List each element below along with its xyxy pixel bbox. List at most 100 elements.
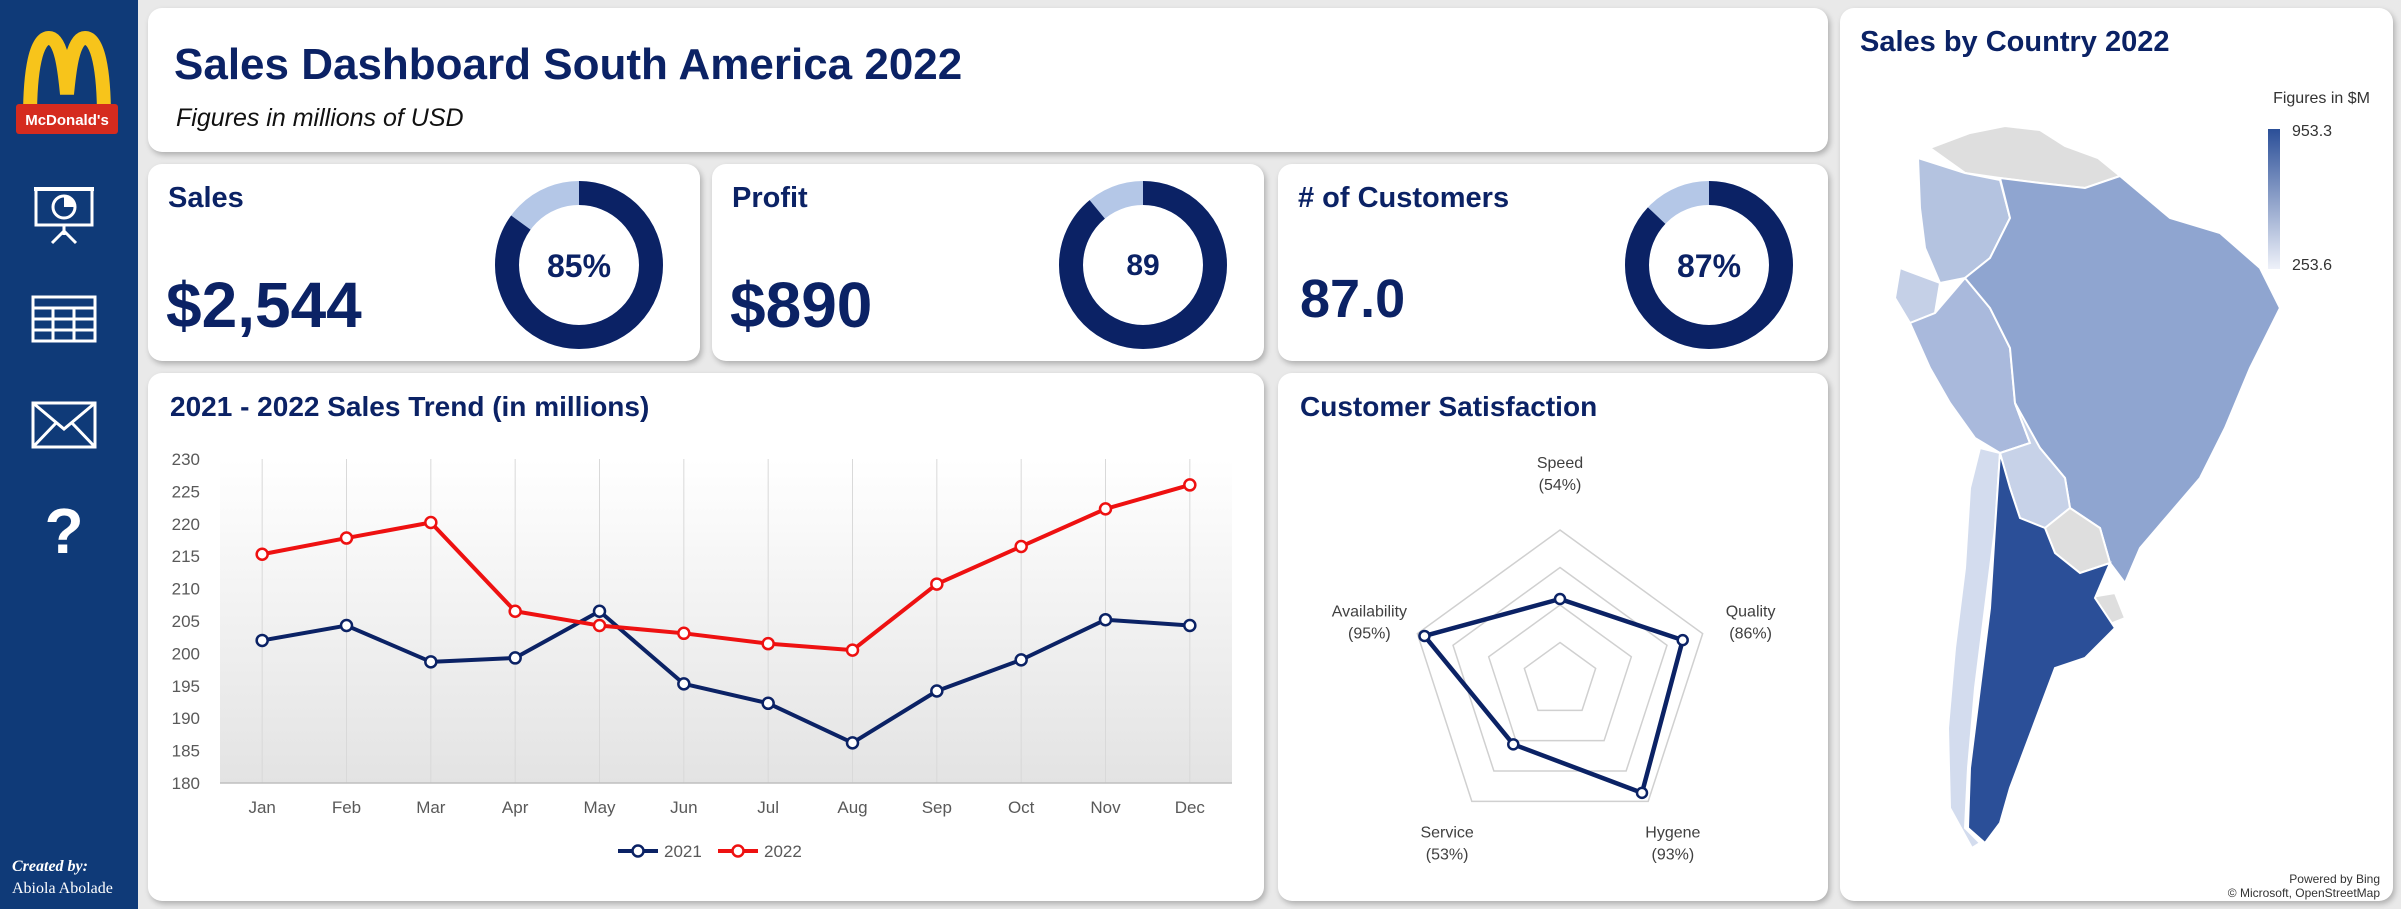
map-attribution-osm: © Microsoft, OpenStreetMap: [2228, 886, 2381, 900]
radar-axis-pct: (53%): [1426, 846, 1469, 863]
kpi-card-profit: Profit $890 89: [712, 164, 1264, 361]
data-point-2021: [677, 677, 691, 691]
data-point-2021: [508, 651, 522, 665]
y-tick-label: 200: [172, 644, 200, 663]
kpi-donut: 87%: [1625, 181, 1793, 349]
sales-trend-chart: 230 225 220 215 210 205 200 195 190 185 180 Jan Feb…: [172, 450, 1232, 861]
page-subtitle: Figures in millions of USD: [176, 104, 464, 132]
map-attribution-bing: Powered by Bing: [2289, 872, 2380, 886]
kpi-value: $890: [730, 269, 873, 341]
donut-label: 87%: [1677, 248, 1741, 284]
radar-axis-label: Hygene: [1645, 824, 1700, 841]
radar-axis-label: Availability: [1332, 604, 1407, 621]
legend-label: 2021: [664, 842, 702, 861]
radar-ring: [1523, 641, 1597, 712]
data-point-2021: [424, 655, 438, 669]
kpi-card-sales: Sales $2,544 85%: [148, 164, 700, 361]
radar-point: [1553, 592, 1567, 606]
kpi-value: 87.0: [1300, 269, 1406, 329]
data-point-2022: [1183, 478, 1197, 492]
help-icon[interactable]: ?: [29, 495, 99, 567]
kpi-donut: 85%: [495, 181, 663, 349]
data-point-2022: [424, 515, 438, 530]
x-tick-label: Nov: [1090, 798, 1121, 817]
header-card: Sales Dashboard South America 2022 Figur…: [148, 8, 1828, 152]
x-tick-label: Jan: [248, 798, 275, 817]
radar-point: [1507, 738, 1520, 751]
data-point-2021: [339, 618, 354, 633]
kpi-label: Sales: [168, 182, 244, 214]
kpi-donut: 89: [1059, 181, 1227, 349]
radar-axis-pct: (95%): [1348, 626, 1391, 643]
data-point-2022: [592, 618, 607, 633]
x-tick-label: Aug: [837, 798, 867, 817]
map-legend-max: 953.3: [2292, 123, 2332, 140]
donut-label: 89: [1126, 249, 1159, 282]
data-point-2022: [508, 604, 522, 619]
y-tick-label: 190: [172, 709, 200, 728]
radar-point: [1418, 629, 1431, 643]
customer-satisfaction-card: Customer Satisfaction Speed (54%) Quality(…: [1278, 373, 1828, 901]
south-america-map: Figures in $M 953.3 253.6 Powered by Bin…: [1893, 90, 2381, 900]
radar-axis-pct: (93%): [1652, 846, 1695, 863]
x-tick-label: Oct: [1008, 798, 1035, 817]
x-tick-label: Dec: [1175, 798, 1206, 817]
data-point-2022: [1098, 502, 1113, 516]
customer-satisfaction-chart: Speed (54%) Quality (86%) Hygene (93%) Service…: [1332, 455, 1776, 863]
data-point-2021: [255, 633, 269, 648]
sales-trend-card: 2021 - 2022 Sales Trend (in millions) 23…: [148, 373, 1264, 901]
data-point-2021: [761, 696, 775, 711]
data-point-2021: [845, 736, 860, 750]
x-tick-label: May: [583, 798, 616, 817]
radar-point: [1635, 786, 1649, 800]
radar-axis-label: Service: [1420, 824, 1473, 841]
sales-by-country-card: Sales by Country 2022 Figures in $M 953.…: [1840, 8, 2393, 901]
data-point-2022: [761, 636, 775, 651]
data-point-2022: [930, 577, 944, 591]
x-tick-label: Apr: [502, 798, 529, 817]
data-point-2021: [1183, 618, 1197, 633]
radar-axis-label: Quality: [1726, 604, 1776, 621]
y-tick-label: 220: [172, 515, 200, 534]
data-point-2022: [255, 547, 269, 562]
help-glyph: ?: [44, 495, 84, 567]
y-tick-label: 215: [172, 547, 200, 566]
y-tick-label: 205: [172, 612, 200, 631]
kpi-value: $2,544: [166, 269, 362, 341]
kpi-card-customers: # of Customers 87.0 87%: [1278, 164, 1828, 361]
legend-label: 2022: [764, 842, 802, 861]
data-point-2022: [339, 531, 354, 545]
presentation-icon[interactable]: [29, 180, 99, 250]
data-point-2021: [1098, 612, 1113, 627]
donut-label: 85%: [547, 248, 611, 284]
mail-icon[interactable]: [29, 390, 99, 460]
sidebar: McDonald's ? Created by: Abiola Abolade: [0, 0, 138, 909]
x-tick-label: Sep: [922, 798, 952, 817]
radar-point: [1676, 633, 1689, 647]
radar-axis-pct: (86%): [1729, 626, 1772, 643]
page-title: Sales Dashboard South America 2022: [174, 40, 963, 89]
y-tick-label: 225: [172, 482, 200, 501]
y-tick-label: 185: [172, 742, 200, 761]
table-icon[interactable]: [29, 284, 99, 354]
map-legend-title: Figures in $M: [2273, 90, 2370, 107]
kpi-label: Profit: [732, 182, 808, 214]
credit-name: Abiola Abolade: [12, 880, 113, 897]
mcdonalds-logo: McDonald's: [16, 30, 118, 134]
y-tick-label: 210: [172, 580, 200, 599]
radar-ring: [1487, 604, 1633, 742]
radar-axis-label: Speed: [1537, 455, 1583, 472]
y-tick-label: 180: [172, 774, 200, 793]
x-tick-label: Jul: [757, 798, 779, 817]
credit: Created by: Abiola Abolade: [12, 856, 113, 900]
data-point-2022: [677, 626, 691, 641]
legend-marker: [631, 844, 645, 858]
y-tick-label: 230: [172, 450, 200, 469]
x-tick-label: Mar: [416, 798, 446, 817]
plot-area: [220, 459, 1232, 783]
map-legend-bar: [2268, 129, 2280, 269]
x-tick-label: Jun: [670, 798, 697, 817]
kpi-label: # of Customers: [1298, 182, 1510, 214]
data-point-2021: [1014, 653, 1028, 667]
y-tick-label: 195: [172, 677, 200, 696]
